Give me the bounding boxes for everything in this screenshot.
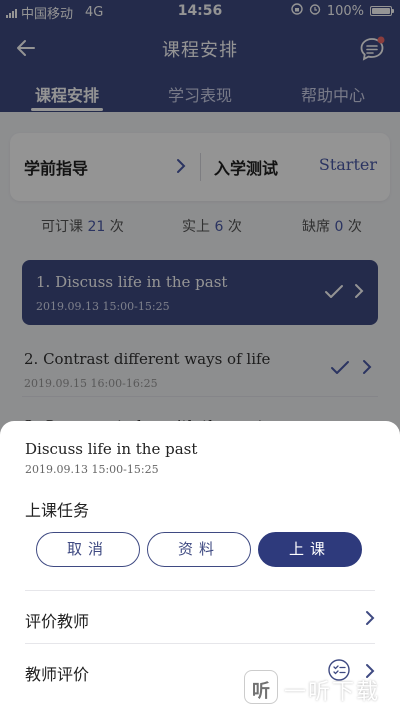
sheet-lesson-title: Discuss life in the past: [25, 440, 198, 458]
lesson-action-sheet: Discuss life in the past 2019.09.13 15:0…: [0, 421, 400, 710]
watermark-logo: 听: [244, 670, 278, 704]
watermark: 听 一听下载: [244, 668, 394, 708]
watermark-text: 一听下载: [284, 680, 381, 705]
screen: 中国移动 4G 14:56 100% 课程安排 课程安排 学习表现 帮助中心 学…: [0, 0, 400, 710]
rate-teacher-label: 评价教师: [25, 612, 90, 631]
materials-button[interactable]: 资料: [147, 532, 251, 567]
sheet-divider: [25, 590, 375, 591]
sheet-lesson-time: 2019.09.13 15:00-15:25: [25, 463, 159, 476]
watermark-logo-char: 听: [252, 681, 270, 702]
sheet-divider: [25, 643, 375, 644]
chevron-right-icon[interactable]: [365, 609, 375, 627]
class-task-label: 上课任务: [25, 501, 90, 520]
teacher-review-label: 教师评价: [25, 665, 90, 684]
attend-class-button[interactable]: 上课: [258, 532, 362, 567]
cancel-button[interactable]: 取消: [36, 532, 140, 567]
